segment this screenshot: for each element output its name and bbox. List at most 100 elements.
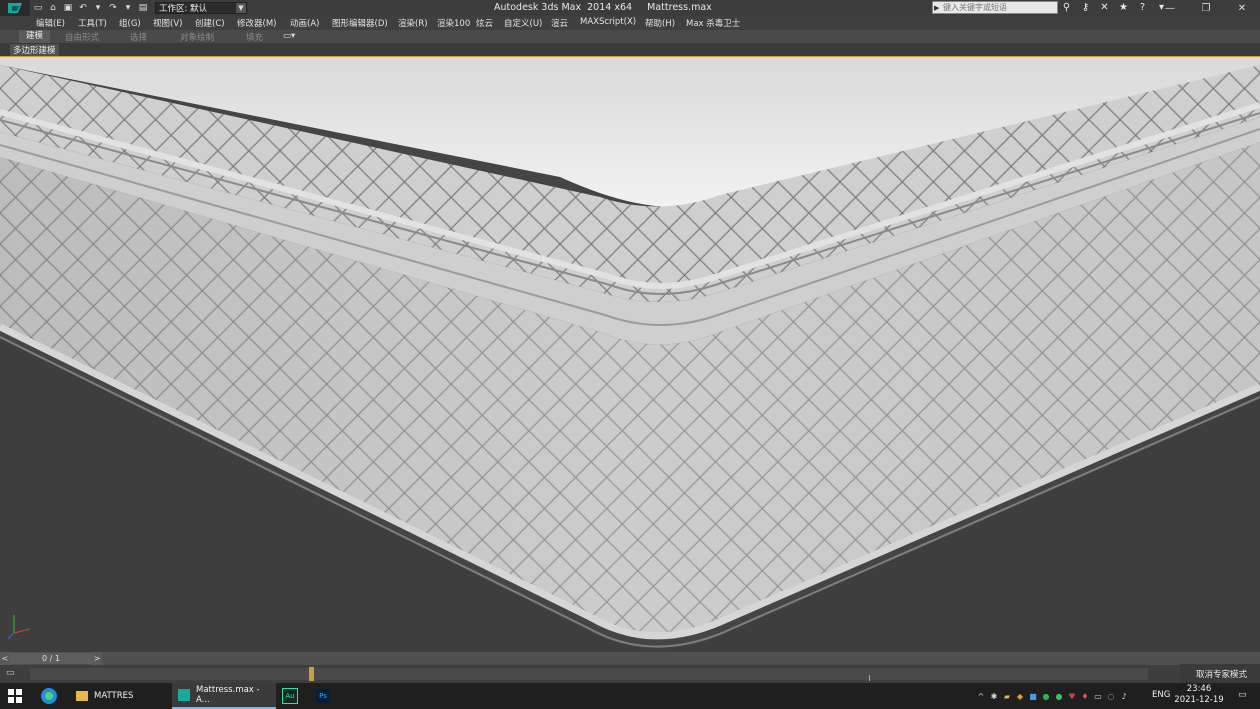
menu-maxscript[interactable]: MAXScript(X): [580, 17, 636, 27]
network-app-icon[interactable]: ✱: [989, 691, 999, 701]
menu-group[interactable]: 组(G): [119, 17, 141, 29]
tab-selection[interactable]: 选择: [130, 31, 147, 43]
menu-tools[interactable]: 工具(T): [78, 17, 107, 29]
system-tray: ^ ✱ ▰ ◆ ■ ● ● ♥ ♦ ▭ ◌ ♪: [976, 683, 1129, 709]
edge-button[interactable]: [40, 683, 60, 709]
expert-mode-button[interactable]: 取消专家模式: [1180, 664, 1260, 683]
ribbon-panel: 多边形建模: [0, 43, 1260, 56]
photoshop-icon: Ps: [316, 689, 330, 703]
key-icon[interactable]: ⚷: [1079, 1, 1092, 14]
star-icon[interactable]: ★: [1117, 1, 1130, 14]
search-placeholder: 键入关键字或短语: [943, 3, 1007, 12]
volume-icon[interactable]: ♪: [1119, 691, 1129, 701]
menu-customize[interactable]: 自定义(U): [504, 17, 542, 29]
timeline-key-marker[interactable]: [309, 667, 314, 681]
menu-graph-editors[interactable]: 图形编辑器(D): [332, 17, 388, 29]
language-indicator[interactable]: ENG: [1152, 690, 1170, 700]
minimize-icon[interactable]: —: [1152, 0, 1188, 16]
menu-views[interactable]: 视图(V): [153, 17, 182, 29]
menu-xuanyun-render[interactable]: 渲云: [551, 17, 568, 29]
clock-time: 23:46: [1186, 684, 1212, 694]
taskbar-item-photoshop[interactable]: Ps: [316, 683, 334, 709]
notification-icon[interactable]: ▭: [1238, 690, 1250, 702]
windows-icon: [8, 689, 22, 703]
mini-curve-editor-icon[interactable]: ▭: [6, 668, 20, 680]
menu-render100[interactable]: 渲染100: [437, 17, 470, 29]
tab-populate[interactable]: 填充: [246, 31, 263, 43]
undo-icon[interactable]: ↶: [77, 3, 89, 14]
menu-max-antivirus[interactable]: Max 杀毒卫士: [686, 17, 740, 29]
3dsmax-app-icon: [178, 689, 190, 701]
close-icon[interactable]: ✕: [1224, 0, 1260, 16]
app-menu-button[interactable]: [0, 0, 30, 16]
search-arrow-icon: ▶: [934, 4, 940, 12]
help-icon[interactable]: ?: [1136, 1, 1149, 14]
binoculars-icon[interactable]: ⚲: [1060, 1, 1073, 14]
menu-modifiers[interactable]: 修改器(M): [237, 17, 276, 29]
folder-icon: [76, 691, 88, 701]
menu-rendering[interactable]: 渲染(R): [398, 17, 428, 29]
shield-tray-icon[interactable]: ♦: [1080, 691, 1090, 701]
window-controls: — ❐ ✕: [1152, 0, 1260, 16]
menu-help[interactable]: 帮助(H): [645, 17, 675, 29]
quick-access-toolbar: ▭ ⌂ ▣ ↶ ▾ ↷ ▾ ▤: [32, 3, 149, 14]
polygon-modeling-label[interactable]: 多边形建模: [10, 44, 59, 56]
menu-bar: 编辑(E) 工具(T) 组(G) 视图(V) 创建(C) 修改器(M) 动画(A…: [0, 16, 1260, 30]
file-name: Mattress.max: [647, 2, 712, 13]
restore-icon[interactable]: ❐: [1188, 0, 1224, 16]
next-frame-button[interactable]: >: [92, 652, 102, 665]
ribbon-options-icon[interactable]: ▭▾: [283, 31, 295, 41]
title-bar: ▭ ⌂ ▣ ↶ ▾ ↷ ▾ ▤ 工作区: 默认 ▼ Autodesk 3ds M…: [0, 0, 1260, 16]
tray-app-icon[interactable]: ♥: [1067, 691, 1077, 701]
chevron-up-icon[interactable]: ^: [976, 691, 986, 701]
mattress-render: [0, 57, 1260, 652]
windows-taskbar: MATTRES Mattress.max - A... Au Ps ^ ✱ ▰ …: [0, 683, 1260, 709]
undo-dropdown-icon[interactable]: ▾: [92, 3, 104, 14]
taskbar-item-mattres[interactable]: MATTRES: [70, 683, 168, 709]
menu-edit[interactable]: 编辑(E): [36, 17, 65, 29]
expert-mode-label: 取消专家模式: [1196, 669, 1248, 680]
tab-modeling[interactable]: 建模: [19, 30, 51, 43]
display-icon[interactable]: ▭: [1093, 691, 1103, 701]
time-slider-bar: < 0 / 1 >: [0, 652, 1260, 665]
wifi-icon[interactable]: ◌: [1106, 691, 1116, 701]
clock-date: 2021-12-19: [1174, 695, 1224, 705]
new-file-icon[interactable]: ▭: [32, 3, 44, 14]
taskbar-item-audition[interactable]: Au: [282, 683, 300, 709]
project-folder-icon[interactable]: ▤: [137, 3, 149, 14]
tab-freeform[interactable]: 自由形式: [65, 31, 99, 43]
prev-frame-button[interactable]: <: [0, 652, 10, 665]
clock[interactable]: 23:46 2021-12-19: [1174, 684, 1224, 706]
menu-animation[interactable]: 动画(A): [290, 17, 319, 29]
shield-icon[interactable]: ◆: [1015, 691, 1025, 701]
folder-tray-icon[interactable]: ▰: [1002, 691, 1012, 701]
open-folder-icon[interactable]: ⌂: [47, 3, 59, 14]
taskbar-item-label: Mattress.max - A...: [195, 685, 260, 705]
timeline: ▭: [0, 665, 1260, 683]
edge-icon: [41, 688, 57, 704]
redo-dropdown-icon[interactable]: ▾: [122, 3, 134, 14]
tab-object-paint[interactable]: 对象绘制: [180, 31, 214, 43]
security-icon[interactable]: ●: [1041, 691, 1051, 701]
time-slider[interactable]: 0 / 1: [10, 653, 92, 664]
chevron-down-icon: ▼: [236, 3, 246, 13]
timeline-tick: [869, 675, 870, 681]
perspective-viewport[interactable]: [0, 56, 1260, 652]
exchange-icon[interactable]: ✕: [1098, 1, 1111, 14]
3dsmax-logo-icon: [8, 3, 22, 13]
workspace-select[interactable]: 工作区: 默认 ▼: [155, 2, 247, 14]
start-button[interactable]: [8, 683, 24, 709]
wechat-icon[interactable]: ●: [1054, 691, 1064, 701]
workspace-label: 工作区: 默认: [159, 4, 208, 14]
app-title: Autodesk 3ds Max 2014 x64: [494, 2, 633, 13]
ribbon-tabs: 建模 自由形式 选择 对象绘制 填充 ▭▾: [0, 30, 1260, 43]
menu-xuanyun[interactable]: 炫云: [476, 17, 493, 29]
taskbar-item-3dsmax[interactable]: Mattress.max - A...: [172, 683, 276, 709]
redo-icon[interactable]: ↷: [107, 3, 119, 14]
window-title: Autodesk 3ds Max 2014 x64 Mattress.max: [494, 2, 712, 13]
menu-create[interactable]: 创建(C): [195, 17, 225, 29]
timeline-track[interactable]: [30, 668, 1148, 680]
save-icon[interactable]: ▣: [62, 3, 74, 14]
search-input[interactable]: ▶ 键入关键字或短语: [932, 1, 1058, 14]
app-tray-icon[interactable]: ■: [1028, 691, 1038, 701]
